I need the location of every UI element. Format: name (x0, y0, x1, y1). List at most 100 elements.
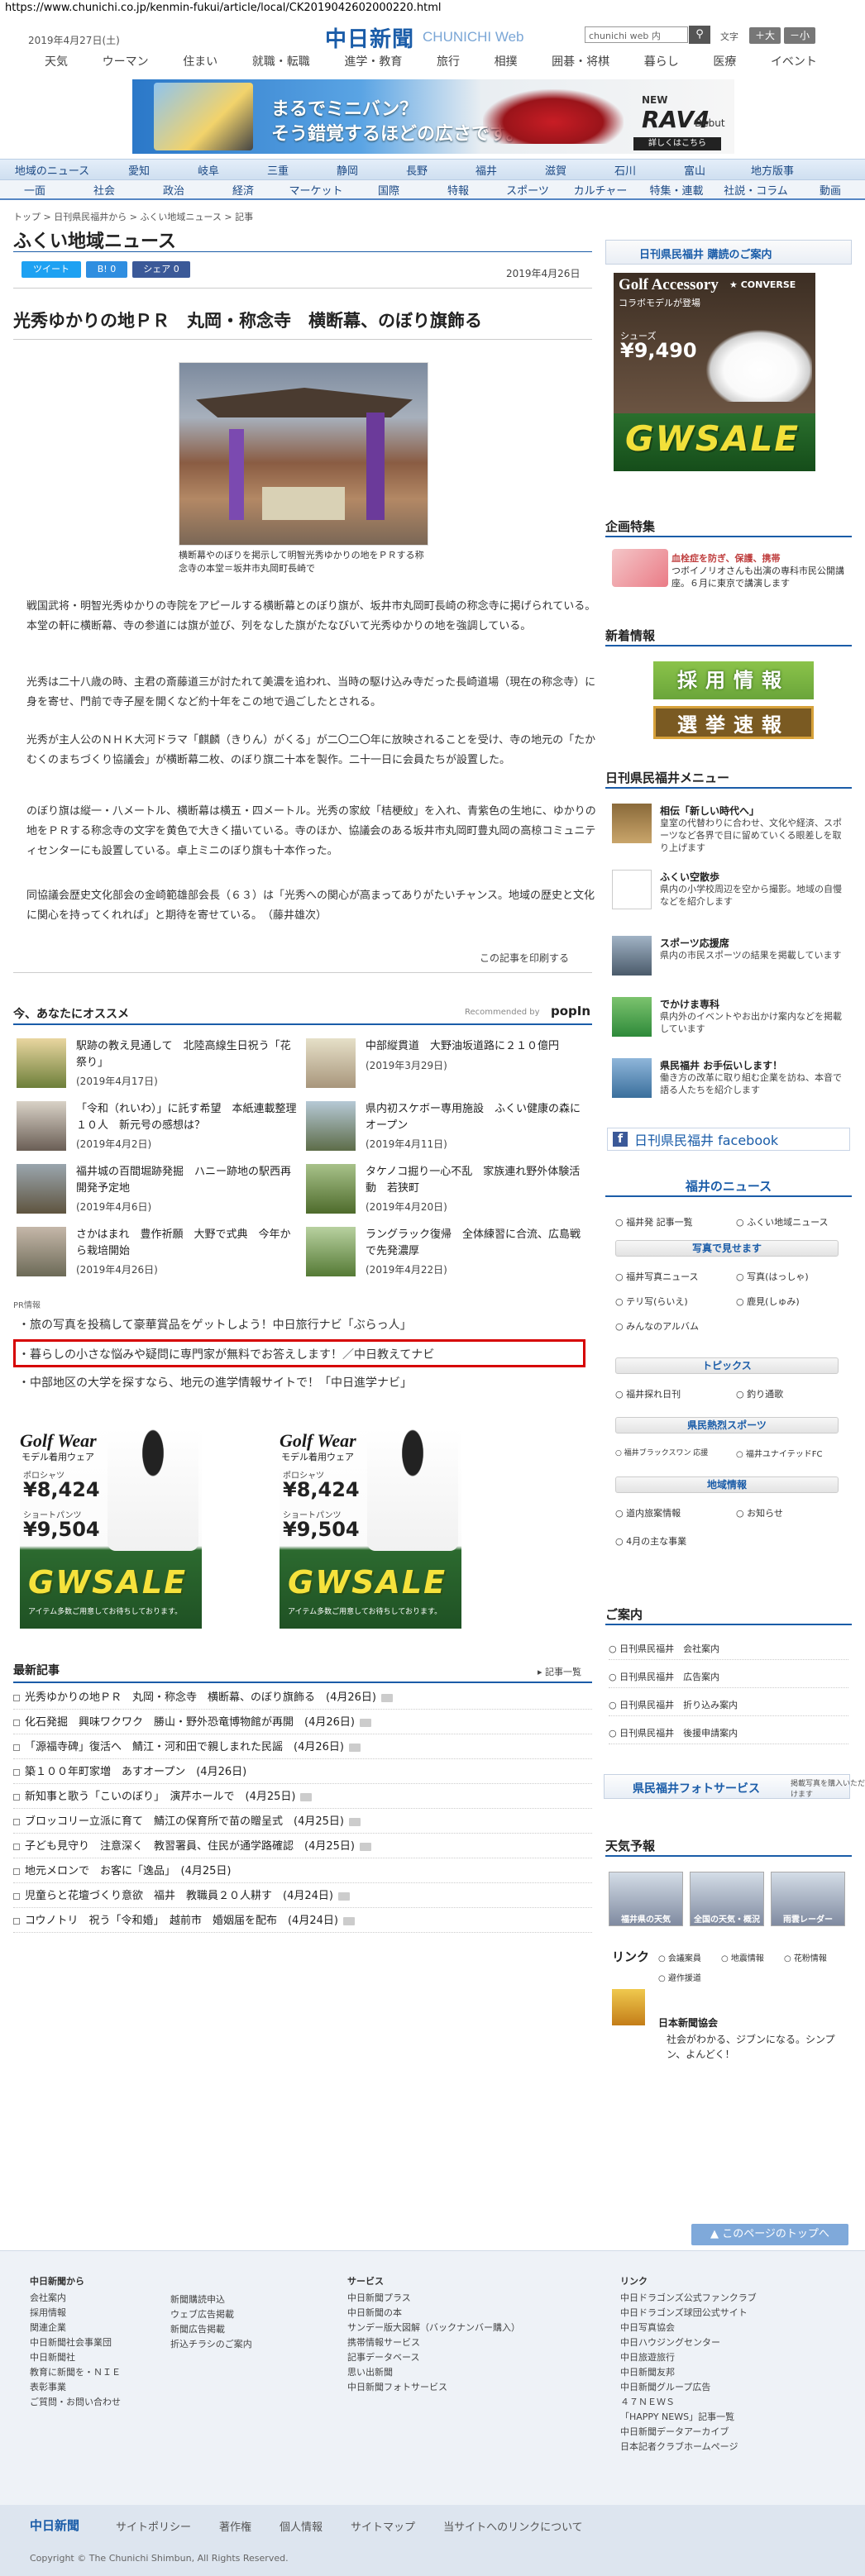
gnav-item[interactable]: 住まい (176, 53, 224, 69)
link-item[interactable]: ○ 会議案員 (658, 1951, 701, 1963)
footer-link[interactable]: 「HAPPY NEWS」記事一覧 (620, 2410, 757, 2425)
footer-link[interactable]: 中日新聞プラス (347, 2291, 520, 2306)
fb-share-button[interactable]: シェア 0 (132, 261, 190, 278)
footer-link[interactable]: 中日新聞フォトサービス (347, 2380, 520, 2395)
recommend-item[interactable]: ラングラック復帰 全体練習に合流、広島戦で先発濃厚 (2019年4月22日) (306, 1227, 595, 1276)
fn-link[interactable]: ○ ふくい地域ニュース (736, 1215, 829, 1228)
section-nav-item[interactable]: 動画 (797, 182, 863, 198)
section-nav-item[interactable]: 社説・コラム (714, 182, 797, 198)
subscribe-banner[interactable]: 日刊県民福井 購読のご案内 (605, 240, 852, 265)
weather-national-button[interactable]: 全国の天気・概況 (690, 1872, 764, 1926)
senkyo-banner[interactable]: 選挙速報 (653, 706, 814, 739)
footer-link[interactable]: 中日新聞社会事業団 (30, 2335, 121, 2350)
region-nav-item[interactable]: 福井 (452, 162, 521, 178)
chiiki-link[interactable]: ○ 道内旅案情報 (615, 1506, 681, 1519)
annai-link[interactable]: ○ 日刊県民福井 後援申請案内 (609, 1723, 848, 1744)
golf-wear-ad[interactable]: Golf Wear モデル着用ウェア ポロシャツ ¥8,424 ショートパンツ … (280, 1422, 461, 1629)
menu-item[interactable]: 相伝「新しい時代へ」 皇室の代替わりに合わせ、文化や経済、スポーツなど各界で目に… (612, 804, 852, 855)
link-item[interactable]: ○ 避作援道 (658, 1971, 701, 1983)
print-link[interactable]: この記事を印刷する (480, 951, 569, 965)
footer-link[interactable]: 中日新聞社 (30, 2350, 121, 2365)
weather-fukui-button[interactable]: 福井県の天気 (609, 1872, 683, 1926)
latest-item[interactable]: 新知事と歌う「こいのぼり」 演芹ホールで (4月25日) (13, 1786, 592, 1809)
footer-link[interactable]: 中日写真協会 (620, 2321, 757, 2335)
recommend-item[interactable]: さかはまれ 豊作祈願 大野で式典 今年から栽培開始 (2019年4月26日) (17, 1227, 306, 1276)
latest-item[interactable]: 地元メロンで お客に「逸品」 (4月25日) (13, 1860, 592, 1883)
gnav-item[interactable]: 相撲 (488, 53, 524, 69)
gnav-item[interactable]: 進学・教育 (337, 53, 409, 69)
latest-item[interactable]: 「源福寺碑」復活へ 鯖江・河和田で親しまれた民謡 (4月26日) (13, 1736, 592, 1759)
latest-all-link[interactable]: ▸ 記事一覧 (538, 1665, 581, 1678)
tweet-button[interactable]: ツイート (22, 261, 81, 278)
weather-radar-button[interactable]: 雨雲レーダー (771, 1872, 845, 1926)
menu-item[interactable]: 県民福井 お手伝いします！ 働き方の改革に取り組む企業を訪ね、本音で語る人たちを… (612, 1058, 852, 1109)
footer-link[interactable]: 会社案内 (30, 2291, 121, 2306)
annai-link[interactable]: ○ 日刊県民福井 会社案内 (609, 1639, 848, 1660)
footer-link[interactable]: 中日ドラゴンズ公式ファンクラブ (620, 2291, 757, 2306)
footer-policy-link[interactable]: サイトポリシー (116, 2518, 191, 2534)
footer-link[interactable]: 携帯情報サービス (347, 2335, 520, 2350)
footer-link[interactable]: 関連企業 (30, 2321, 121, 2335)
link-item[interactable]: ○ 花粉情報 (784, 1951, 827, 1963)
region-nav-item[interactable]: 岐阜 (174, 162, 243, 178)
section-nav-item[interactable]: 政治 (139, 182, 208, 198)
section-nav-item[interactable]: 特報 (423, 182, 493, 198)
photo-link[interactable]: ○ 福井写真ニュース (615, 1270, 699, 1283)
menu-item[interactable]: ふくい空散歩 県内の小学校周辺を空から撮影。地域の自慢などを紹介します (612, 870, 852, 921)
latest-item[interactable]: 化石発掘 興味ワクワク 勝山・野外恐竜博物館が再開 (4月26日) (13, 1711, 592, 1734)
footer-sitemap-link[interactable]: サイトマップ (351, 2518, 415, 2534)
footer-link[interactable]: 新聞購読申込 (170, 2292, 252, 2307)
footer-link[interactable]: 中日ドラゴンズ球団公式サイト (620, 2306, 757, 2321)
site-logo[interactable]: 中日新聞 CHUNICHI Web (325, 23, 550, 52)
fn-link[interactable]: ○ 福井発 記事一覧 (615, 1215, 693, 1228)
to-top-button[interactable]: ▲ このページのトップへ (691, 2224, 848, 2245)
recommend-item[interactable]: 県内初スケボー専用施設 ふくい健康の森にオープン (2019年4月11日) (306, 1101, 595, 1151)
region-nav-item[interactable]: 長野 (382, 162, 452, 178)
footer-link[interactable]: 教育に新聞を・ＮＩＥ (30, 2365, 121, 2380)
sports-link[interactable]: ○ 福井ブラックスワン 応援 (615, 1447, 708, 1457)
footer-link[interactable]: 中日新聞グループ広告 (620, 2380, 757, 2395)
menu-item[interactable]: スポーツ応援席 県内の市民スポーツの結果を掲載しています (612, 936, 852, 987)
footer-link[interactable]: 折込チラシのご案内 (170, 2337, 252, 2352)
annai-link[interactable]: ○ 日刊県民福井 広告案内 (609, 1667, 848, 1688)
saiyo-banner[interactable]: 採用情報 (653, 661, 814, 699)
kikaku-item[interactable]: 血栓症を防ぎ、保護、携帯 つボイノリオさんも出演の専科市民公開講座。６月に東京で… (671, 552, 845, 589)
footer-link[interactable]: 思い出新聞 (347, 2365, 520, 2380)
photo-link[interactable]: ○ 写真(はっしゃ) (736, 1270, 809, 1283)
gnav-item[interactable]: 囲碁・将棋 (545, 53, 616, 69)
footer-copyright-link[interactable]: 著作権 (219, 2518, 251, 2534)
gnav-item[interactable]: イベント (764, 53, 824, 69)
region-nav-item[interactable]: 地方版事 (729, 162, 815, 178)
section-nav-item[interactable]: 国際 (354, 182, 423, 198)
latest-item[interactable]: ブロッコリー立派に育て 鯖江の保育所で苗の贈呈式 (4月25日) (13, 1810, 592, 1834)
topic-link[interactable]: ○ 福井探れ日刊 (615, 1387, 681, 1400)
section-nav-item[interactable]: 社会 (69, 182, 139, 198)
footer-link[interactable]: 中日旅遊旅行 (620, 2350, 757, 2365)
section-nav-item[interactable]: 特集・連載 (638, 182, 714, 198)
region-nav-item[interactable]: 石川 (590, 162, 660, 178)
photo-link[interactable]: ○ みんなのアルバム (615, 1319, 699, 1333)
search-icon[interactable]: ⚲ (689, 26, 710, 44)
chiiki-link[interactable]: ○ お知らせ (736, 1506, 783, 1519)
region-nav-item[interactable]: 愛知 (104, 162, 174, 178)
footer-link[interactable]: 中日新聞友邦 (620, 2365, 757, 2380)
footer-link[interactable]: 中日新聞の本 (347, 2306, 520, 2321)
gnav-item[interactable]: 医療 (706, 53, 743, 69)
topic-link[interactable]: ○ 釣り通歌 (736, 1387, 783, 1400)
sports-link[interactable]: ○ 福井ユナイテッドFC (736, 1447, 822, 1459)
facebook-banner[interactable]: f 日刊県民福井 facebook (607, 1128, 850, 1151)
recommend-item[interactable]: タケノコ掘り一心不乱 家族連れ野外体験活動 若狭町 (2019年4月20日) (306, 1164, 595, 1214)
nihon-shinbun-ad-image[interactable] (612, 1989, 645, 2025)
recommend-item[interactable]: 駅跡の教え見通して 北陸高線生日祝う「花祭り」 (2019年4月17日) (17, 1038, 306, 1088)
recommend-item[interactable]: 福井城の百間堀跡発掘 ハニー跡地の駅西再開発予定地 (2019年4月6日) (17, 1164, 306, 1214)
footer-privacy-link[interactable]: 個人情報 (280, 2518, 323, 2534)
latest-item[interactable]: 子ども見守り 注意深く 教習署員、住民が通学路確認 (4月25日) (13, 1835, 592, 1858)
gw-sale-ad[interactable]: GWSALE (614, 413, 815, 471)
region-nav-item[interactable]: 富山 (660, 162, 729, 178)
footer-link[interactable]: ウェブ広告掲載 (170, 2307, 252, 2322)
section-nav-item[interactable]: スポーツ (493, 182, 562, 198)
url-bar[interactable]: https://www.chunichi.co.jp/kenmin-fukui/… (0, 0, 865, 15)
pr-link[interactable]: ・中部地区の大学を探すなら、地元の進学情報サイトで！「中日進学ナビ」 (18, 1374, 589, 1391)
recommend-item[interactable]: 中部縦貫道 大野油坂道路に２１０億円 (2019年3月29日) (306, 1038, 595, 1088)
photo-link[interactable]: ○ 鹿見(しゅみ) (736, 1295, 800, 1308)
